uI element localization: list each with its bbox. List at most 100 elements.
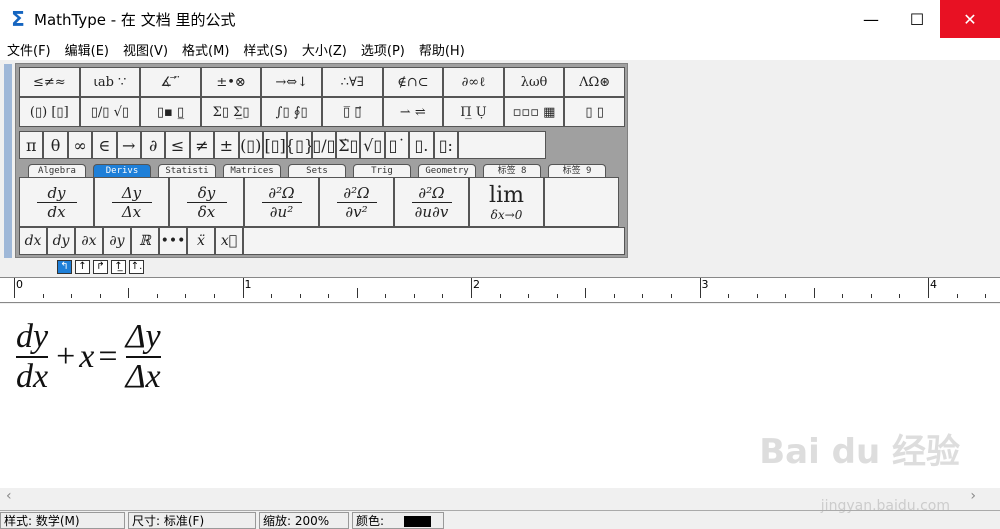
palette-button[interactable]: ≤≠≈ [19,67,80,97]
close-button[interactable]: ✕ [940,0,1000,38]
ruler-tick [271,294,273,298]
nudge-button[interactable]: ↑̲ [111,260,126,274]
palette-button[interactable]: ±•⊗ [200,67,262,97]
palette-button[interactable]: ∉∩⊂ [382,67,444,97]
small-template-button[interactable]: dx [19,227,47,255]
small-template-button[interactable]: ℝ [131,227,159,255]
palette-button[interactable]: →⇔↓ [261,67,322,97]
palette-button[interactable]: ▯ ▯ [564,97,625,127]
small-template-button[interactable]: ••• [159,227,187,255]
small-template-button[interactable]: dy [47,227,75,255]
template-button[interactable]: δy δx [169,177,244,227]
symbol-button[interactable]: ∞ [67,131,93,159]
nudge-button[interactable]: ↱ [93,260,108,274]
symbol-button[interactable]: ▯: [433,131,459,159]
symbol-button[interactable]: {▯} [287,131,312,159]
fraction-rhs: Δy Δx [125,318,161,396]
symbol-button[interactable]: (▯) [238,131,263,159]
menu-item[interactable]: 帮助(H) [412,40,472,59]
denominator: Δx [125,358,161,395]
tab-trig[interactable]: Trig [353,164,411,177]
template-button[interactable]: lim δx→0 [469,177,544,227]
toolbar-grip[interactable] [4,64,12,258]
palette-button[interactable]: λωθ [503,67,565,97]
symbol-button[interactable]: ▯. [409,131,434,159]
palette-button[interactable]: ▯/▯ √▯ [79,97,141,127]
palette-button[interactable]: ⍳ab ∵ [79,67,141,97]
equation-editor[interactable]: dy dx + x = Δy Δx Bai du 经验 [0,304,1000,488]
scroll-left-icon[interactable]: ‹ [6,488,12,504]
palette-button[interactable]: Σ▯ Σ̲▯ [200,97,262,127]
palette-button[interactable]: ∂∞ℓ [443,67,504,97]
palette-button[interactable]: Π̲ Ụ [443,97,504,127]
symbol-button[interactable]: ≠ [189,131,215,159]
menu-item[interactable]: 格式(M) [175,40,236,59]
menu-item[interactable]: 编辑(E) [58,40,116,59]
ruler-tick [185,294,187,298]
status-style: 样式: 数学(M) [0,511,125,529]
palette-button[interactable]: ⇀ ⇌ [382,97,444,127]
nudge-button[interactable]: ↑. [129,260,144,274]
symbol-button[interactable]: π [19,131,44,159]
palette-button[interactable]: ∡ ⃗ ̈ [140,67,201,97]
template-button[interactable]: ∂²Ω ∂u∂v [394,177,469,227]
ruler-tick [299,294,301,298]
symbol-button[interactable]: ± [214,131,239,159]
template-button[interactable]: dy dx [19,177,94,227]
ruler-label: 2 [473,278,480,291]
scroll-right-icon[interactable]: › [970,488,976,504]
tab-标签-8[interactable]: 标签 8 [483,164,541,177]
palette-button[interactable]: ▯▪ ▯̲ [140,97,201,127]
menu-item[interactable]: 选项(P) [354,40,412,59]
symbol-button[interactable]: ▯/▯ [311,131,337,159]
tab-algebra[interactable]: Algebra [28,164,86,177]
symbol-button[interactable]: ▯˙ [384,131,410,159]
plus-sign: + [56,338,76,375]
ruler[interactable]: 0 1 2 3 4 [0,277,1000,303]
symbol-button[interactable]: Σ̇▯ [336,131,361,159]
symbol-palette: ≤≠≈ ⍳ab ∵ ∡ ⃗ ̈ ±•⊗ →⇔↓ ∴∀∃ ∉∩⊂ ∂∞ℓ λωθ ΛΩ⊛ (▯) [… [15,63,628,258]
tab-derivs[interactable]: Derivs [93,164,151,177]
template-button[interactable]: Δy Δx [94,177,169,227]
symbol-button[interactable]: [▯] [262,131,288,159]
template-numerator: δy [197,183,216,202]
template-button[interactable]: ∂²Ω ∂u² [244,177,319,227]
palette-button[interactable]: ▫▫▫ ▦ [503,97,565,127]
nudge-button[interactable]: ↰ [57,260,72,274]
symbol-button[interactable]: ≤ [165,131,190,159]
menu-item[interactable]: 视图(V) [116,40,175,59]
symbol-button[interactable]: → [116,131,141,159]
nudge-button[interactable]: ↑ [75,260,90,274]
maximize-button[interactable]: ☐ [894,0,940,38]
palette-button[interactable]: ∫▯ ∮▯ [261,97,322,127]
small-template-button[interactable]: ẍ [187,227,215,255]
symbol-button[interactable]: ∈ [92,131,117,159]
palette-button[interactable]: ▯̅ ▯⃗ [321,97,383,127]
template-button[interactable]: ∂²Ω ∂v² [319,177,394,227]
ruler-tick [670,294,672,298]
menu-item[interactable]: 样式(S) [236,40,294,59]
small-template-button[interactable]: ∂x [75,227,103,255]
palette-button[interactable]: ΛΩ⊛ [564,67,625,97]
empty-slot [458,131,547,159]
symbol-button[interactable]: θ [43,131,68,159]
tab-statisti[interactable]: Statisti [158,164,216,177]
small-template-button[interactable]: ∂y [103,227,131,255]
color-swatch [404,515,432,527]
symbol-button[interactable]: √▯ [360,131,385,159]
small-template-button[interactable]: x⃛ [215,227,243,255]
tab-geometry[interactable]: Geometry [418,164,476,177]
color-label: 颜色: [356,513,385,528]
tab-matrices[interactable]: Matrices [223,164,281,177]
tab-标签-9[interactable]: 标签 9 [548,164,606,177]
ruler-tick [528,294,530,298]
ruler-tick [785,294,787,298]
menu-item[interactable]: 大小(Z) [295,40,354,59]
palette-button[interactable]: (▯) [▯] [19,97,80,127]
variable-x: x [79,338,95,375]
symbol-button[interactable]: ∂ [140,131,166,159]
palette-button[interactable]: ∴∀∃ [321,67,383,97]
tab-sets[interactable]: Sets [288,164,346,177]
menu-item[interactable]: 文件(F) [0,40,58,59]
minimize-button[interactable]: — [848,0,894,38]
